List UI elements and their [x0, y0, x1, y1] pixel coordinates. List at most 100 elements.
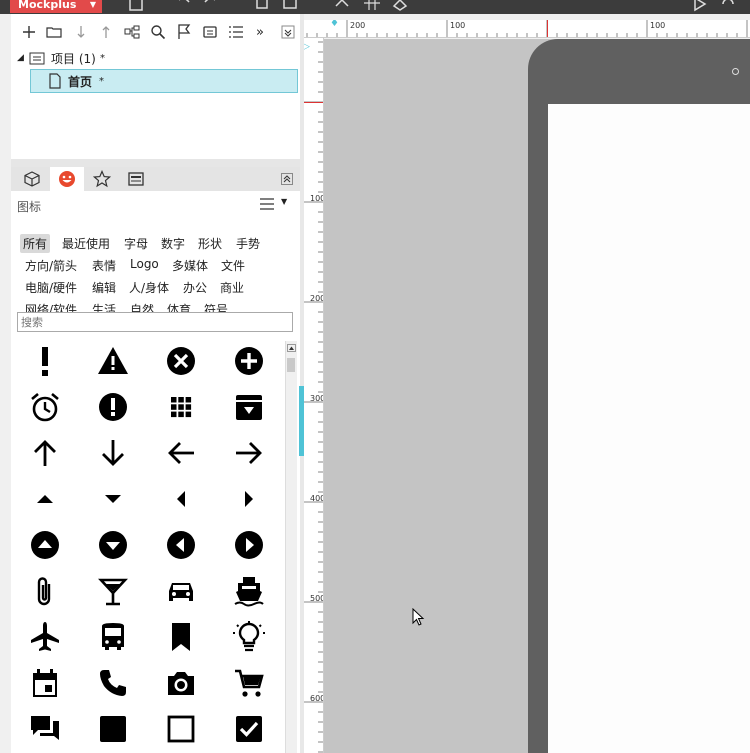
icon-library-item[interactable]	[232, 620, 266, 654]
tab-components[interactable]	[15, 167, 49, 191]
template-button[interactable]	[199, 22, 221, 42]
ruler-label: 100	[450, 21, 466, 30]
icon-library-item[interactable]	[96, 712, 130, 746]
tab-favorites[interactable]	[85, 167, 119, 191]
view-menu-button[interactable]: ▼	[259, 196, 291, 212]
list-button[interactable]	[225, 22, 247, 42]
icon-library-item[interactable]	[96, 482, 130, 516]
category-item[interactable]: 最近使用	[59, 234, 113, 253]
brand-menu-button[interactable]: Mockplus ▼	[10, 0, 102, 13]
icon-library-item[interactable]	[164, 712, 198, 746]
icon-library-item[interactable]	[28, 482, 62, 516]
ruler-pin-icon[interactable]: ▷	[304, 42, 310, 52]
icon-library-item[interactable]	[164, 482, 198, 516]
icon-library-item[interactable]	[28, 390, 62, 424]
undo-icon[interactable]	[176, 0, 192, 12]
chevron-down-icon: ▼	[281, 197, 288, 206]
move-up-button[interactable]	[95, 22, 117, 42]
icon-library-item[interactable]	[28, 620, 62, 654]
icon-library-item[interactable]	[28, 666, 62, 700]
icon-library-item[interactable]	[96, 528, 130, 562]
icon-library-item[interactable]	[96, 666, 130, 700]
category-item[interactable]: 数字	[158, 234, 188, 253]
tree-view-button[interactable]	[121, 22, 143, 42]
arrow-down-icon	[77, 26, 85, 38]
ship-icon	[234, 577, 264, 607]
icon-library-item[interactable]	[232, 482, 266, 516]
image-icon[interactable]	[282, 0, 298, 12]
ruler-origin-marker	[547, 20, 548, 37]
collapse-button[interactable]	[277, 22, 299, 42]
tab-icons[interactable]	[50, 167, 84, 191]
category-item[interactable]: 字母	[121, 234, 151, 253]
device-screen[interactable]	[548, 104, 750, 753]
ruler-tool-icon[interactable]	[334, 0, 350, 12]
icon-library-panel: 图标 ▼ 所有 最近使用 字母 数字 形状 手势 方向/箭头 表情 Logo 多媒体 文件 电脑/硬件…	[11, 191, 300, 753]
tree-icon	[124, 25, 140, 39]
search-input[interactable]	[17, 312, 293, 332]
collapse-panel-button[interactable]	[277, 167, 297, 191]
icon-library-item[interactable]	[96, 390, 130, 424]
eraser-icon[interactable]	[392, 0, 408, 12]
tab-templates[interactable]	[119, 167, 153, 191]
category-item[interactable]: 商业	[217, 278, 247, 297]
icon-library-item[interactable]	[232, 436, 266, 470]
move-down-button[interactable]	[70, 22, 92, 42]
panel-splitter[interactable]	[11, 159, 300, 167]
icon-library-item[interactable]	[164, 528, 198, 562]
icon-library-item[interactable]	[232, 712, 266, 746]
apps-icon	[171, 397, 192, 418]
scroll-up-icon[interactable]	[287, 344, 296, 352]
sync-icon[interactable]	[720, 0, 736, 12]
icon-library-item[interactable]	[96, 574, 130, 608]
save-icon[interactable]	[128, 0, 144, 12]
export-icon[interactable]	[254, 0, 270, 12]
category-item[interactable]: 电脑/硬件	[22, 278, 80, 297]
icon-library-item[interactable]	[96, 344, 130, 378]
tree-item-home-page[interactable]: 首页 *	[30, 69, 298, 93]
icon-library-item[interactable]	[96, 436, 130, 470]
category-item[interactable]: 表情	[89, 256, 119, 275]
icon-library-item[interactable]	[164, 436, 198, 470]
tree-item-project[interactable]: ◢ 项目 (1) *	[11, 46, 300, 70]
vertical-scrollbar[interactable]	[285, 341, 297, 753]
icon-library-item[interactable]	[232, 574, 266, 608]
category-item[interactable]: 所有	[20, 234, 51, 253]
grid-tool-icon[interactable]	[364, 0, 380, 12]
category-item[interactable]: 办公	[180, 278, 210, 297]
icon-library-item[interactable]	[232, 344, 266, 378]
star-icon	[93, 170, 111, 188]
icon-library-item[interactable]	[96, 620, 130, 654]
icon-library-item[interactable]	[232, 390, 266, 424]
icon-library-item[interactable]	[28, 712, 62, 746]
add-page-button[interactable]	[18, 22, 40, 42]
icon-library-item[interactable]	[28, 436, 62, 470]
search-button[interactable]	[147, 22, 169, 42]
category-item[interactable]: 编辑	[89, 278, 119, 297]
icon-library-item[interactable]	[164, 344, 198, 378]
flag-button[interactable]	[173, 22, 195, 42]
category-item[interactable]: 方向/箭头	[22, 256, 80, 275]
icon-library-item[interactable]	[164, 390, 198, 424]
ruler-pin-icon[interactable]: ♦	[330, 20, 339, 29]
redo-icon[interactable]	[202, 0, 218, 12]
icon-library-item[interactable]	[28, 574, 62, 608]
scrollbar-thumb[interactable]	[287, 358, 295, 372]
category-item[interactable]: 多媒体	[169, 256, 211, 275]
expand-arrow-icon[interactable]: ◢	[17, 53, 24, 63]
add-folder-button[interactable]	[43, 22, 65, 42]
play-icon[interactable]	[692, 0, 708, 12]
category-item[interactable]: 手势	[233, 234, 263, 253]
icon-library-item[interactable]	[28, 528, 62, 562]
icon-library-item[interactable]	[164, 666, 198, 700]
icon-library-item[interactable]	[164, 574, 198, 608]
category-item[interactable]: 人/身体	[126, 278, 172, 297]
icon-library-item[interactable]	[232, 666, 266, 700]
category-item[interactable]: 形状	[195, 234, 225, 253]
icon-library-item[interactable]	[164, 620, 198, 654]
icon-library-item[interactable]	[232, 528, 266, 562]
more-icon[interactable]: »	[249, 22, 271, 42]
category-item[interactable]: Logo	[127, 256, 162, 272]
category-item[interactable]: 文件	[218, 256, 248, 275]
icon-library-item[interactable]	[28, 344, 62, 378]
